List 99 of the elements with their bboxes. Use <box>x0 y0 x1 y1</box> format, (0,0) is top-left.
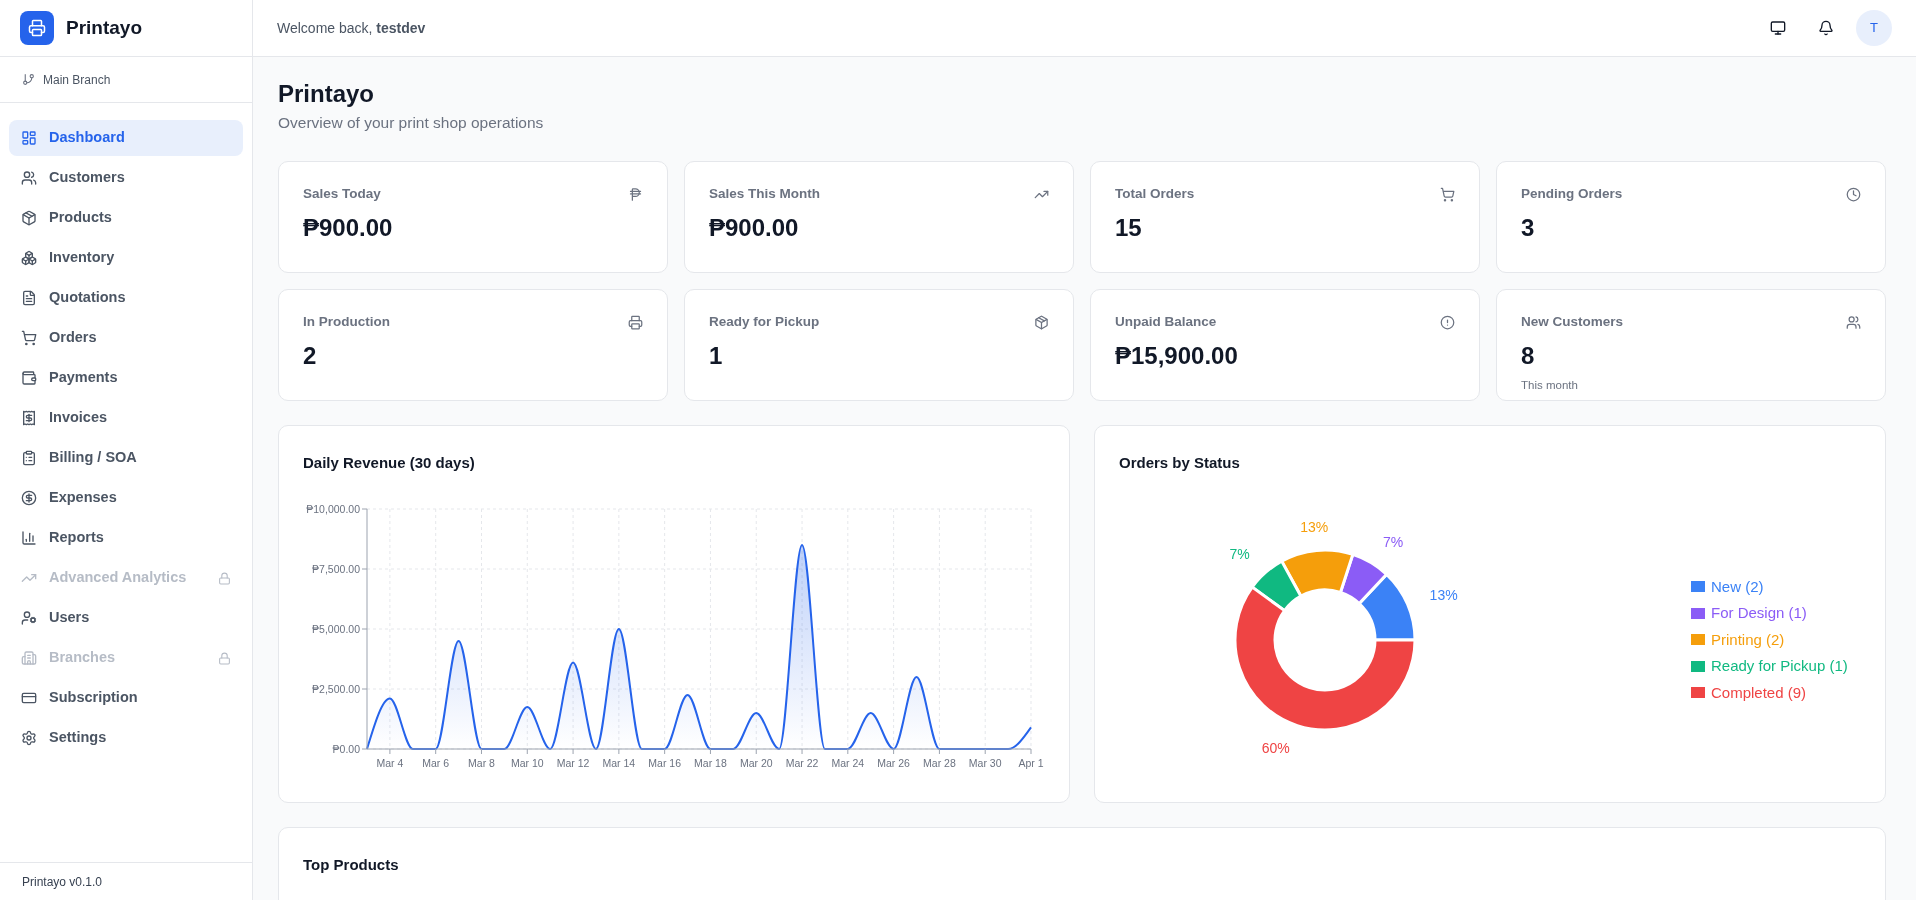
x-tick-label: Mar 16 <box>648 756 681 769</box>
percent-label: 13% <box>1429 586 1458 603</box>
x-tick-label: Mar 28 <box>923 756 956 769</box>
stat-value: ₱900.00 <box>709 212 800 243</box>
x-tick-label: Mar 6 <box>422 756 450 769</box>
clipboard-icon <box>21 450 37 466</box>
legend-label: New (2) <box>1711 576 1764 597</box>
monitor-icon <box>1770 20 1786 36</box>
x-tick-label: Mar 10 <box>510 756 544 769</box>
users-icon <box>21 170 37 186</box>
card-title: Orders by Status <box>1119 453 1241 474</box>
dashboard-icon <box>21 130 37 146</box>
clock-icon <box>1846 186 1861 202</box>
nav-item[interactable]: Settings <box>9 720 243 756</box>
x-tick-label: Mar 22 <box>785 756 819 769</box>
y-tick-label: ₱0.00 <box>332 742 360 755</box>
nav-item[interactable]: Reports <box>9 520 243 556</box>
legend-label: For Design (1) <box>1711 603 1807 623</box>
peso-icon <box>628 186 643 202</box>
boxes-icon <box>21 250 37 266</box>
stat-label: Sales Today <box>303 185 381 204</box>
nav-item[interactable]: Billing / SOA <box>9 440 243 476</box>
building-icon <box>21 650 37 666</box>
x-tick-label: Mar 4 <box>376 756 404 769</box>
cart-icon <box>1440 186 1455 202</box>
nav-item[interactable]: Users <box>9 600 243 636</box>
nav-item[interactable]: Quotations <box>9 280 243 316</box>
users-icon <box>1846 314 1861 330</box>
x-tick-label: Mar 18 <box>694 756 727 769</box>
x-tick-label: Mar 20 <box>739 756 773 769</box>
printer-icon <box>628 314 643 330</box>
alert-circle-icon <box>1440 314 1455 330</box>
nav-item[interactable]: Subscription <box>9 680 243 716</box>
percent-label: 13% <box>1300 518 1329 535</box>
stat-value: 1 <box>709 340 724 371</box>
x-tick-label: Mar 8 <box>468 756 495 769</box>
lock-icon <box>218 571 231 585</box>
nav-item[interactable]: Payments <box>9 360 243 396</box>
stat-label: Sales This Month <box>709 185 820 204</box>
percent-label: 7% <box>1229 546 1250 563</box>
nav-item[interactable]: Expenses <box>9 480 243 516</box>
stat-value: 15 <box>1115 212 1143 243</box>
x-tick-label: Mar 26 <box>877 756 910 769</box>
y-tick-label: ₱2,500.00 <box>312 682 360 695</box>
stat-value: 2 <box>303 340 318 371</box>
percent-label: 60% <box>1261 740 1290 757</box>
x-tick-label: Apr 1 <box>1018 756 1044 769</box>
credit-card-icon <box>21 690 37 706</box>
stat-label: Unpaid Balance <box>1115 313 1217 332</box>
nav-item[interactable]: Products <box>9 200 243 236</box>
welcome-text: Welcome back, testdev <box>277 18 427 38</box>
nav-item[interactable]: Customers <box>9 160 243 196</box>
user-avatar[interactable]: T <box>1856 10 1892 46</box>
card-title: Daily Revenue (30 days) <box>303 453 476 474</box>
settings-icon <box>21 730 37 746</box>
lock-icon <box>218 651 231 665</box>
stat-value: 3 <box>1521 212 1536 243</box>
y-tick-label: ₱10,000.00 <box>306 502 360 515</box>
stat-label: Ready for Pickup <box>709 313 820 332</box>
wallet-icon <box>21 370 37 386</box>
dollar-circle-icon <box>21 490 37 506</box>
nav-item[interactable]: Inventory <box>9 240 243 276</box>
stat-value: ₱15,900.00 <box>1115 340 1239 371</box>
nav-item[interactable]: Orders <box>9 320 243 356</box>
x-tick-label: Mar 12 <box>556 756 590 769</box>
box-icon <box>1034 314 1049 330</box>
card-title: Top Products <box>303 855 400 876</box>
receipt-icon <box>21 410 37 426</box>
printer-logo-icon <box>20 11 54 45</box>
box-icon <box>21 210 37 226</box>
version-label: Printayo v0.1.0 <box>22 873 103 891</box>
brand-name: Printayo <box>66 15 143 40</box>
user-gear-icon <box>21 610 37 626</box>
legend-label: Completed (9) <box>1711 682 1807 703</box>
percent-label: 7% <box>1383 533 1404 550</box>
nav-item[interactable]: Dashboard <box>9 120 243 156</box>
nav-item[interactable]: Invoices <box>9 400 243 436</box>
stat-label: Total Orders <box>1115 185 1195 204</box>
page-title: Printayo <box>278 79 376 109</box>
stat-value: ₱900.00 <box>303 212 394 243</box>
document-icon <box>21 290 37 306</box>
bar-chart-icon <box>21 530 37 546</box>
stat-label: New Customers <box>1521 313 1624 332</box>
stat-value: 8 <box>1521 340 1536 371</box>
legend-label: Printing (2) <box>1711 629 1785 650</box>
x-tick-label: Mar 24 <box>831 756 865 769</box>
cart-icon <box>21 330 37 346</box>
stat-label: In Production <box>303 313 390 332</box>
branch-icon <box>22 73 35 86</box>
legend-label: Ready for Pickup (1) <box>1711 656 1848 676</box>
x-tick-label: Mar 30 <box>968 756 1002 769</box>
bell-icon <box>1818 20 1834 36</box>
branch-name[interactable]: Main Branch <box>43 70 111 89</box>
stat-note: This month <box>1521 377 1579 393</box>
y-tick-label: ₱7,500.00 <box>312 562 360 575</box>
stat-label: Pending Orders <box>1521 185 1623 204</box>
x-tick-label: Mar 14 <box>602 756 636 769</box>
y-tick-label: ₱5,000.00 <box>312 622 360 635</box>
page-subtitle: Overview of your print shop operations <box>278 113 545 133</box>
